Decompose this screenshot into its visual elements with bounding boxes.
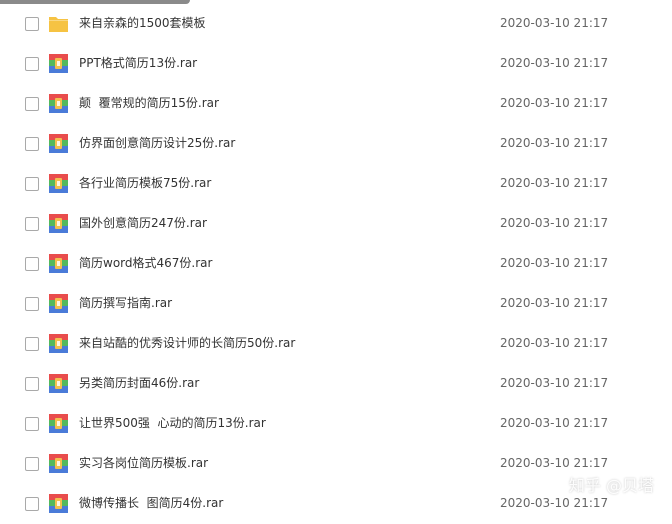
file-name[interactable]: 让世界500强 心动的简历13份.rar xyxy=(79,415,266,431)
rar-archive-icon[interactable] xyxy=(48,413,69,434)
file-modified-date: 2020-03-10 21:17 xyxy=(500,16,609,30)
file-checkbox[interactable] xyxy=(25,457,39,471)
file-list: 来自亲森的1500套模板 2020-03-10 21:17 PPT格式简历13份.… xyxy=(0,4,672,524)
file-modified-date: 2020-03-10 21:17 xyxy=(500,256,609,270)
file-checkbox[interactable] xyxy=(25,17,39,31)
file-modified-date: 2020-03-10 21:17 xyxy=(500,376,609,390)
file-checkbox[interactable] xyxy=(25,377,39,391)
file-row[interactable]: 让世界500强 心动的简历13份.rar 2020-03-10 21:17 xyxy=(0,404,672,444)
file-row[interactable]: 简历word格式467份.rar 2020-03-10 21:17 xyxy=(0,244,672,284)
file-modified-date: 2020-03-10 21:17 xyxy=(500,56,609,70)
file-name[interactable]: 国外创意简历247份.rar xyxy=(79,215,207,231)
file-checkbox[interactable] xyxy=(25,57,39,71)
file-modified-date: 2020-03-10 21:17 xyxy=(500,216,609,230)
rar-archive-icon[interactable] xyxy=(48,133,69,154)
rar-archive-icon[interactable] xyxy=(48,293,69,314)
rar-archive-icon[interactable] xyxy=(48,493,69,514)
file-row[interactable]: 仿界面创意简历设计25份.rar 2020-03-10 21:17 xyxy=(0,124,672,164)
file-row[interactable]: 来自站酷的优秀设计师的长简历50份.rar 2020-03-10 21:17 xyxy=(0,324,672,364)
file-name[interactable]: 各行业简历模板75份.rar xyxy=(79,175,211,191)
file-name[interactable]: 颠 覆常规的简历15份.rar xyxy=(79,95,219,111)
file-row[interactable]: 简历撰写指南.rar 2020-03-10 21:17 xyxy=(0,284,672,324)
file-modified-date: 2020-03-10 21:17 xyxy=(500,176,609,190)
rar-archive-icon[interactable] xyxy=(48,253,69,274)
file-checkbox[interactable] xyxy=(25,297,39,311)
file-checkbox[interactable] xyxy=(25,257,39,271)
file-modified-date: 2020-03-10 21:17 xyxy=(500,496,609,510)
rar-archive-icon[interactable] xyxy=(48,453,69,474)
file-modified-date: 2020-03-10 21:17 xyxy=(500,96,609,110)
rar-archive-icon[interactable] xyxy=(48,93,69,114)
file-modified-date: 2020-03-10 21:17 xyxy=(500,416,609,430)
file-checkbox[interactable] xyxy=(25,217,39,231)
rar-archive-icon[interactable] xyxy=(48,213,69,234)
file-name[interactable]: 仿界面创意简历设计25份.rar xyxy=(79,135,235,151)
file-modified-date: 2020-03-10 21:17 xyxy=(500,336,609,350)
file-name[interactable]: 简历word格式467份.rar xyxy=(79,255,212,271)
file-checkbox[interactable] xyxy=(25,137,39,151)
file-modified-date: 2020-03-10 21:17 xyxy=(500,136,609,150)
rar-archive-icon[interactable] xyxy=(48,173,69,194)
file-row[interactable]: PPT格式简历13份.rar 2020-03-10 21:17 xyxy=(0,44,672,84)
file-row[interactable]: 各行业简历模板75份.rar 2020-03-10 21:17 xyxy=(0,164,672,204)
file-checkbox[interactable] xyxy=(25,337,39,351)
rar-archive-icon[interactable] xyxy=(48,373,69,394)
file-row[interactable]: 颠 覆常规的简历15份.rar 2020-03-10 21:17 xyxy=(0,84,672,124)
file-name[interactable]: 来自亲森的1500套模板 xyxy=(79,15,206,31)
file-row[interactable]: 国外创意简历247份.rar 2020-03-10 21:17 xyxy=(0,204,672,244)
file-name[interactable]: 来自站酷的优秀设计师的长简历50份.rar xyxy=(79,335,295,351)
rar-archive-icon[interactable] xyxy=(48,333,69,354)
file-name[interactable]: PPT格式简历13份.rar xyxy=(79,55,197,71)
rar-archive-icon[interactable] xyxy=(48,53,69,74)
file-row[interactable]: 另类简历封面46份.rar 2020-03-10 21:17 xyxy=(0,364,672,404)
file-checkbox[interactable] xyxy=(25,497,39,511)
file-checkbox[interactable] xyxy=(25,97,39,111)
folder-icon[interactable] xyxy=(48,13,69,34)
file-name[interactable]: 微博传播长 图简历4份.rar xyxy=(79,495,223,511)
file-modified-date: 2020-03-10 21:17 xyxy=(500,456,609,470)
watermark: 知乎 @贝塔 xyxy=(568,476,654,495)
file-name[interactable]: 简历撰写指南.rar xyxy=(79,295,172,311)
file-modified-date: 2020-03-10 21:17 xyxy=(500,296,609,310)
file-name[interactable]: 另类简历封面46份.rar xyxy=(79,375,199,391)
file-checkbox[interactable] xyxy=(25,177,39,191)
file-checkbox[interactable] xyxy=(25,417,39,431)
file-row[interactable]: 来自亲森的1500套模板 2020-03-10 21:17 xyxy=(0,4,672,44)
file-name[interactable]: 实习各岗位简历模板.rar xyxy=(79,455,208,471)
